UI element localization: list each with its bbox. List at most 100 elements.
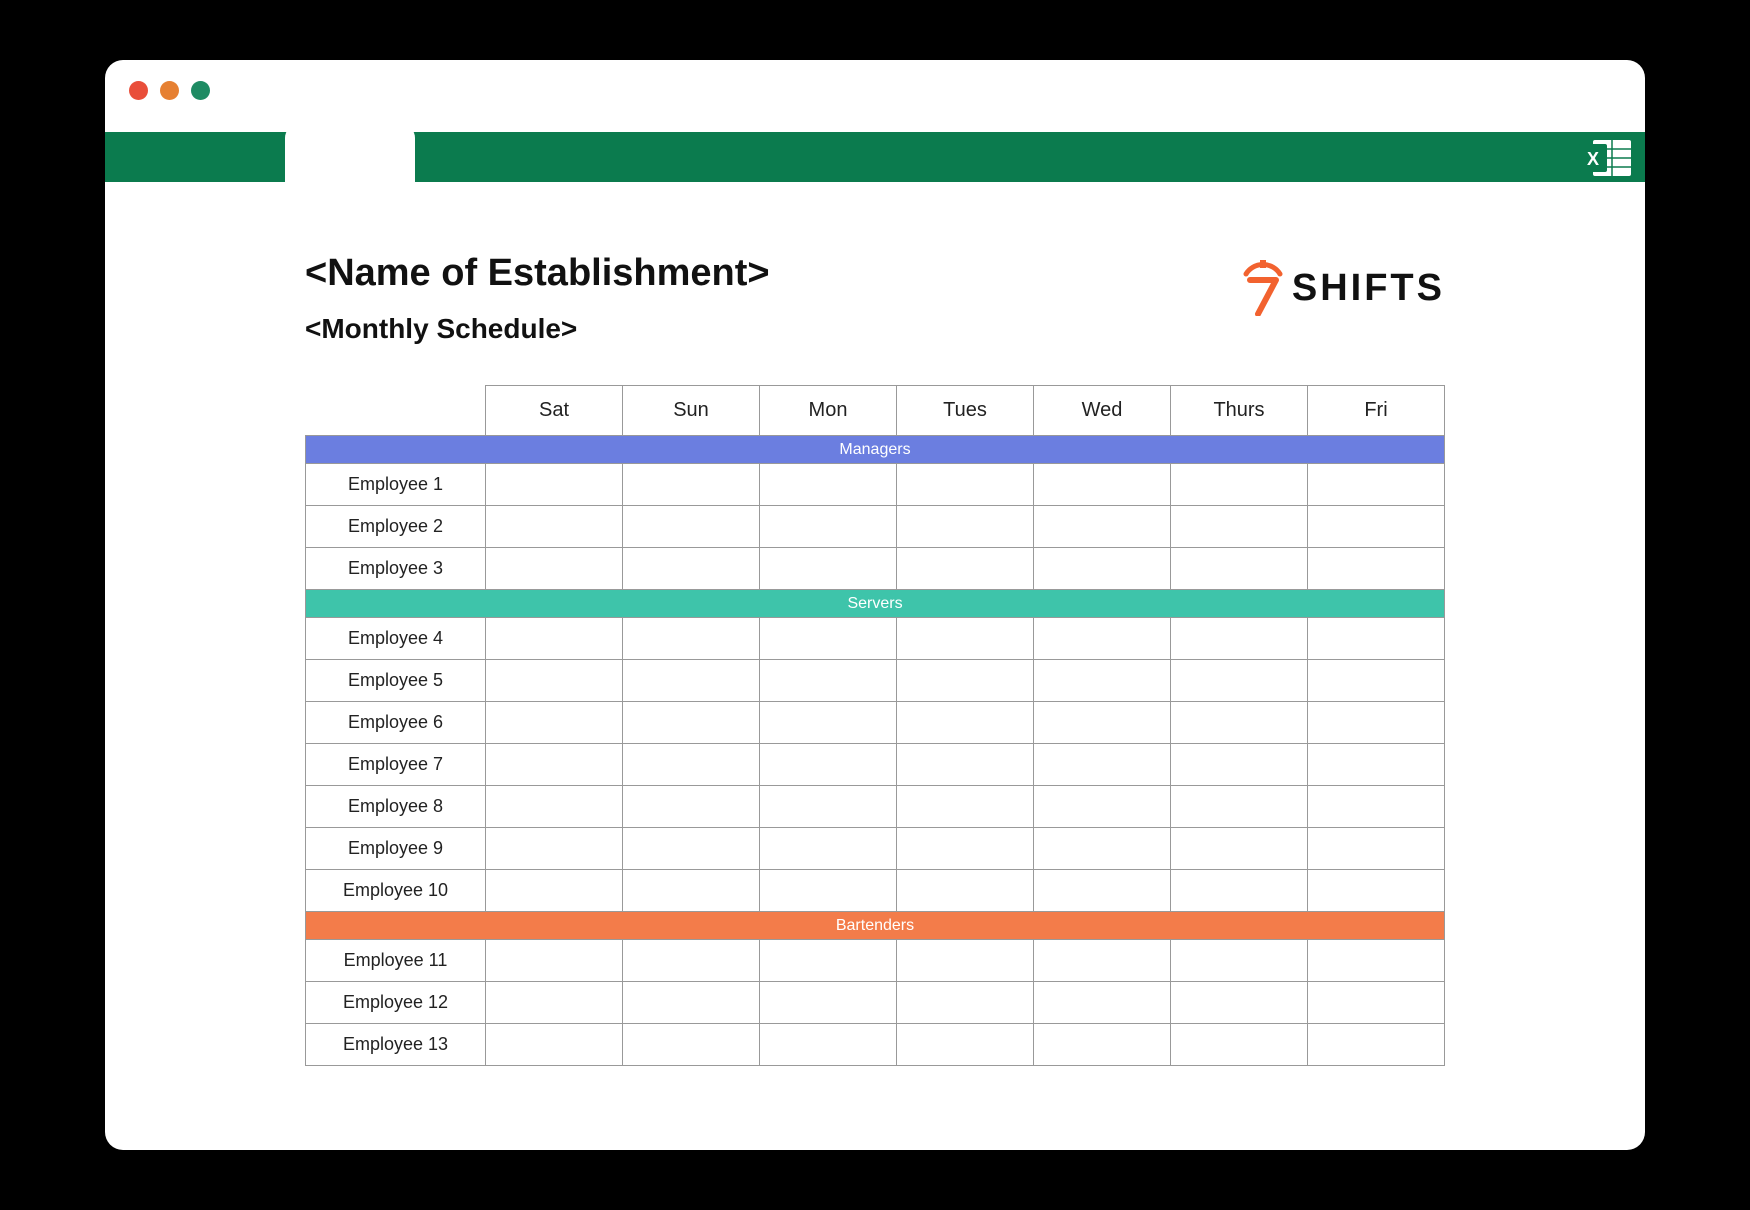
schedule-cell[interactable] bbox=[1308, 870, 1445, 912]
schedule-cell[interactable] bbox=[1171, 786, 1308, 828]
schedule-cell[interactable] bbox=[1171, 744, 1308, 786]
employee-name-cell[interactable]: Employee 11 bbox=[306, 940, 486, 982]
schedule-cell[interactable] bbox=[1034, 1024, 1171, 1066]
schedule-cell[interactable] bbox=[623, 548, 760, 590]
schedule-cell[interactable] bbox=[623, 506, 760, 548]
schedule-cell[interactable] bbox=[897, 506, 1034, 548]
schedule-cell[interactable] bbox=[897, 828, 1034, 870]
schedule-cell[interactable] bbox=[623, 828, 760, 870]
schedule-cell[interactable] bbox=[486, 464, 623, 506]
employee-name-cell[interactable]: Employee 13 bbox=[306, 1024, 486, 1066]
schedule-cell[interactable] bbox=[1034, 618, 1171, 660]
schedule-cell[interactable] bbox=[486, 660, 623, 702]
schedule-cell[interactable] bbox=[897, 786, 1034, 828]
schedule-cell[interactable] bbox=[486, 702, 623, 744]
schedule-cell[interactable] bbox=[623, 1024, 760, 1066]
schedule-cell[interactable] bbox=[486, 506, 623, 548]
schedule-cell[interactable] bbox=[760, 548, 897, 590]
schedule-cell[interactable] bbox=[486, 828, 623, 870]
schedule-cell[interactable] bbox=[760, 828, 897, 870]
close-window-button[interactable] bbox=[129, 81, 148, 100]
schedule-cell[interactable] bbox=[1034, 828, 1171, 870]
schedule-cell[interactable] bbox=[1034, 548, 1171, 590]
schedule-cell[interactable] bbox=[486, 940, 623, 982]
employee-name-cell[interactable]: Employee 4 bbox=[306, 618, 486, 660]
employee-name-cell[interactable]: Employee 7 bbox=[306, 744, 486, 786]
employee-name-cell[interactable]: Employee 3 bbox=[306, 548, 486, 590]
schedule-cell[interactable] bbox=[486, 870, 623, 912]
employee-name-cell[interactable]: Employee 5 bbox=[306, 660, 486, 702]
schedule-cell[interactable] bbox=[623, 870, 760, 912]
schedule-cell[interactable] bbox=[1171, 548, 1308, 590]
schedule-cell[interactable] bbox=[760, 702, 897, 744]
schedule-cell[interactable] bbox=[760, 618, 897, 660]
schedule-cell[interactable] bbox=[1308, 464, 1445, 506]
schedule-cell[interactable] bbox=[1034, 506, 1171, 548]
schedule-cell[interactable] bbox=[897, 1024, 1034, 1066]
schedule-cell[interactable] bbox=[623, 702, 760, 744]
schedule-cell[interactable] bbox=[486, 618, 623, 660]
schedule-cell[interactable] bbox=[486, 744, 623, 786]
schedule-cell[interactable] bbox=[897, 464, 1034, 506]
schedule-cell[interactable] bbox=[1034, 702, 1171, 744]
schedule-cell[interactable] bbox=[1034, 660, 1171, 702]
schedule-cell[interactable] bbox=[1308, 702, 1445, 744]
employee-name-cell[interactable]: Employee 1 bbox=[306, 464, 486, 506]
schedule-cell[interactable] bbox=[1171, 702, 1308, 744]
schedule-cell[interactable] bbox=[623, 744, 760, 786]
schedule-cell[interactable] bbox=[1171, 1024, 1308, 1066]
schedule-cell[interactable] bbox=[1034, 982, 1171, 1024]
schedule-cell[interactable] bbox=[486, 1024, 623, 1066]
schedule-cell[interactable] bbox=[760, 786, 897, 828]
schedule-cell[interactable] bbox=[1034, 940, 1171, 982]
schedule-cell[interactable] bbox=[1308, 982, 1445, 1024]
schedule-cell[interactable] bbox=[486, 982, 623, 1024]
schedule-cell[interactable] bbox=[760, 744, 897, 786]
schedule-cell[interactable] bbox=[1308, 828, 1445, 870]
employee-name-cell[interactable]: Employee 10 bbox=[306, 870, 486, 912]
schedule-cell[interactable] bbox=[760, 464, 897, 506]
schedule-cell[interactable] bbox=[1171, 870, 1308, 912]
schedule-cell[interactable] bbox=[1308, 940, 1445, 982]
schedule-cell[interactable] bbox=[897, 870, 1034, 912]
schedule-cell[interactable] bbox=[1034, 464, 1171, 506]
schedule-cell[interactable] bbox=[623, 786, 760, 828]
schedule-cell[interactable] bbox=[1308, 618, 1445, 660]
minimize-window-button[interactable] bbox=[160, 81, 179, 100]
schedule-cell[interactable] bbox=[760, 870, 897, 912]
active-tab[interactable] bbox=[285, 124, 415, 182]
schedule-cell[interactable] bbox=[486, 786, 623, 828]
employee-name-cell[interactable]: Employee 8 bbox=[306, 786, 486, 828]
schedule-cell[interactable] bbox=[1171, 618, 1308, 660]
schedule-cell[interactable] bbox=[897, 744, 1034, 786]
schedule-cell[interactable] bbox=[760, 660, 897, 702]
schedule-cell[interactable] bbox=[1308, 744, 1445, 786]
schedule-cell[interactable] bbox=[897, 618, 1034, 660]
schedule-cell[interactable] bbox=[897, 548, 1034, 590]
schedule-cell[interactable] bbox=[760, 940, 897, 982]
schedule-cell[interactable] bbox=[623, 982, 760, 1024]
schedule-cell[interactable] bbox=[486, 548, 623, 590]
schedule-cell[interactable] bbox=[1308, 1024, 1445, 1066]
schedule-cell[interactable] bbox=[623, 660, 760, 702]
schedule-cell[interactable] bbox=[1171, 828, 1308, 870]
maximize-window-button[interactable] bbox=[191, 81, 210, 100]
schedule-cell[interactable] bbox=[760, 1024, 897, 1066]
schedule-cell[interactable] bbox=[760, 982, 897, 1024]
employee-name-cell[interactable]: Employee 12 bbox=[306, 982, 486, 1024]
schedule-cell[interactable] bbox=[897, 660, 1034, 702]
schedule-cell[interactable] bbox=[760, 506, 897, 548]
schedule-cell[interactable] bbox=[1308, 548, 1445, 590]
employee-name-cell[interactable]: Employee 6 bbox=[306, 702, 486, 744]
schedule-cell[interactable] bbox=[1308, 786, 1445, 828]
schedule-cell[interactable] bbox=[1034, 870, 1171, 912]
schedule-cell[interactable] bbox=[623, 464, 760, 506]
schedule-cell[interactable] bbox=[897, 702, 1034, 744]
schedule-cell[interactable] bbox=[897, 982, 1034, 1024]
employee-name-cell[interactable]: Employee 9 bbox=[306, 828, 486, 870]
schedule-cell[interactable] bbox=[1308, 660, 1445, 702]
schedule-cell[interactable] bbox=[1308, 506, 1445, 548]
schedule-cell[interactable] bbox=[1171, 940, 1308, 982]
schedule-cell[interactable] bbox=[623, 940, 760, 982]
employee-name-cell[interactable]: Employee 2 bbox=[306, 506, 486, 548]
